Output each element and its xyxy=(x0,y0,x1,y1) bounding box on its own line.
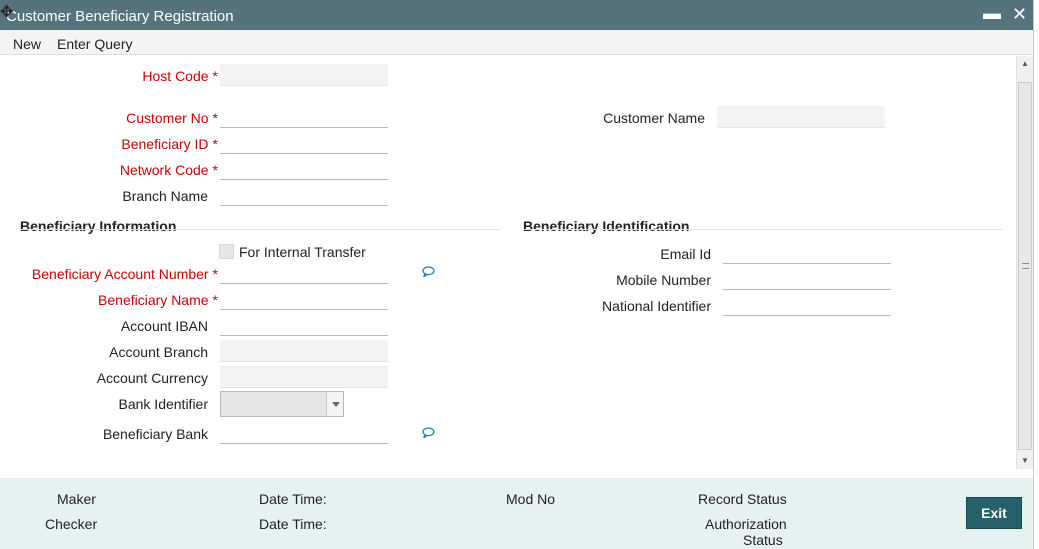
maker-date-time-label: Date Time: xyxy=(259,491,327,507)
checker-date-time-label: Date Time: xyxy=(259,516,327,532)
mobile-number-field[interactable] xyxy=(723,268,891,290)
menu-bar: New Enter Query xyxy=(0,30,1033,55)
bank-identifier-label: Bank Identifier xyxy=(118,396,209,412)
beneficiary-bank-label: Beneficiary Bank xyxy=(102,426,208,442)
menu-new[interactable]: New xyxy=(13,36,41,52)
host-code-field[interactable] xyxy=(220,64,388,86)
section-divider xyxy=(523,229,1003,230)
window-edge xyxy=(1033,0,1039,549)
account-branch-field[interactable] xyxy=(220,340,388,362)
email-id-field[interactable] xyxy=(723,242,891,264)
maker-label: Maker xyxy=(57,491,96,507)
bank-identifier-select[interactable] xyxy=(220,391,344,417)
branch-name-label: Branch Name xyxy=(122,188,208,204)
mod-no-label: Mod No xyxy=(506,491,556,507)
beneficiary-id-label: Beneficiary ID * xyxy=(121,136,218,152)
customer-no-label: Customer No * xyxy=(126,110,218,126)
network-code-field[interactable] xyxy=(220,158,388,180)
vertical-scrollbar[interactable]: ▲ ▼ xyxy=(1016,56,1033,469)
authorization-status-label-line2: Status xyxy=(743,532,783,548)
beneficiary-identification-header: Beneficiary Identification xyxy=(523,218,690,234)
section-divider xyxy=(20,229,500,230)
mobile-number-label: Mobile Number xyxy=(616,272,711,288)
authorization-status-label: Authorization xyxy=(705,516,787,532)
account-currency-field[interactable] xyxy=(220,366,388,388)
record-status-label: Record Status xyxy=(698,491,787,507)
chat-bubble-icon[interactable] xyxy=(422,266,435,277)
beneficiary-bank-field[interactable] xyxy=(220,422,388,444)
scroll-up-arrow-icon[interactable]: ▲ xyxy=(1017,56,1033,72)
beneficiary-name-field[interactable] xyxy=(220,288,388,310)
customer-name-label: Customer Name xyxy=(603,110,705,126)
national-identifier-field[interactable] xyxy=(723,294,891,316)
account-currency-label: Account Currency xyxy=(96,370,208,386)
network-code-label: Network Code * xyxy=(119,162,218,178)
for-internal-transfer-checkbox[interactable] xyxy=(219,244,234,259)
branch-name-field[interactable] xyxy=(220,184,388,206)
email-id-label: Email Id xyxy=(660,246,711,262)
host-code-label: Host Code * xyxy=(142,68,218,84)
close-button[interactable]: ✕ xyxy=(1012,4,1027,25)
customer-name-field[interactable] xyxy=(717,106,885,128)
beneficiary-name-label: Beneficiary Name * xyxy=(98,292,218,308)
beneficiary-account-number-label: Beneficiary Account Number * xyxy=(31,266,218,282)
for-internal-transfer-label: For Internal Transfer xyxy=(239,244,366,260)
customer-no-field[interactable] xyxy=(220,106,388,128)
chat-bubble-icon[interactable] xyxy=(422,427,435,438)
menu-enter-query[interactable]: Enter Query xyxy=(57,36,132,52)
exit-button[interactable]: Exit xyxy=(966,497,1022,529)
national-identifier-label: National Identifier xyxy=(602,298,711,314)
account-iban-label: Account IBAN xyxy=(120,318,208,334)
checker-label: Checker xyxy=(45,516,98,532)
beneficiary-account-number-field[interactable] xyxy=(220,262,388,284)
grip-icon xyxy=(1022,263,1029,269)
scroll-down-arrow-icon[interactable]: ▼ xyxy=(1017,453,1033,469)
move-cursor-icon: ✥ xyxy=(0,4,14,21)
beneficiary-information-header: Beneficiary Information xyxy=(20,218,177,234)
account-iban-field[interactable] xyxy=(220,314,388,336)
window-title: Customer Beneficiary Registration xyxy=(6,8,234,25)
beneficiary-id-field[interactable] xyxy=(220,132,388,154)
chevron-down-icon[interactable] xyxy=(326,392,343,416)
account-branch-label: Account Branch xyxy=(109,344,208,360)
audit-footer: Maker Checker Date Time: Date Time: Mod … xyxy=(0,478,1033,549)
title-bar: Customer Beneficiary Registration ✥ ▬ ✕ xyxy=(0,0,1033,30)
scrollbar-thumb[interactable] xyxy=(1018,82,1032,450)
minimize-button[interactable]: ▬ xyxy=(983,3,1001,24)
